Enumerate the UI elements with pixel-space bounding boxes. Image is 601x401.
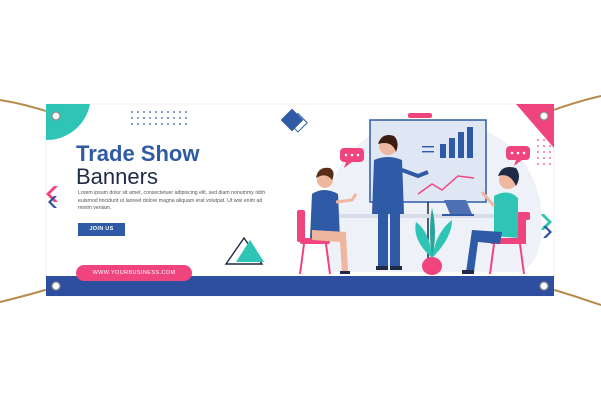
banner-title-line2: Banners xyxy=(76,164,158,189)
website-link[interactable]: WWW.YOURBUSINESS.COM xyxy=(76,265,192,281)
banner-body-text: Lorem ipsum dolor sit amet, consectetuer… xyxy=(78,190,266,212)
join-us-button[interactable]: JOIN US xyxy=(78,223,125,236)
